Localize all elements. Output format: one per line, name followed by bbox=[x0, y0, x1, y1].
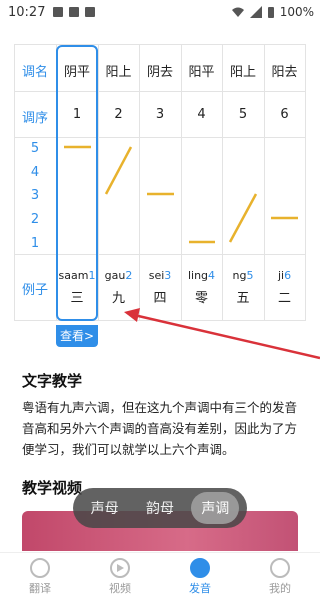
nav-item-translate[interactable]: 翻译 bbox=[0, 553, 80, 600]
image-icon bbox=[69, 7, 80, 17]
battery-percent: 100% bbox=[279, 5, 314, 19]
battery-icon bbox=[267, 6, 274, 18]
example-roman[interactable]: saam1 bbox=[56, 269, 98, 282]
example-char[interactable]: 五 bbox=[222, 287, 264, 306]
contour-line-tone5 bbox=[228, 193, 258, 243]
status-time: 10:27 bbox=[8, 4, 46, 20]
signal-icon bbox=[249, 6, 262, 18]
profile-icon bbox=[270, 557, 290, 578]
example-char[interactable]: 零 bbox=[181, 287, 222, 306]
example-roman-text: sei bbox=[148, 269, 165, 282]
nav-item-me[interactable]: 我的 bbox=[240, 553, 320, 600]
video-icon bbox=[110, 557, 130, 578]
example-tone-number: 2 bbox=[125, 269, 133, 282]
tab-tones[interactable]: 声调 bbox=[191, 492, 240, 524]
pronunciation-tab-switcher: 声母 韵母 声调 bbox=[73, 488, 247, 528]
example-char[interactable]: 三 bbox=[56, 287, 98, 306]
example-roman[interactable]: ji6 bbox=[264, 269, 305, 282]
bottom-nav: 翻译 视频 发音 我的 bbox=[0, 552, 320, 600]
text-teaching-title: 文字教学 bbox=[22, 372, 83, 390]
notification-icon bbox=[53, 7, 64, 17]
example-tone-number: 1 bbox=[88, 269, 96, 282]
example-roman[interactable]: gau2 bbox=[98, 269, 139, 282]
example-char[interactable]: 九 bbox=[98, 287, 139, 306]
example-roman[interactable]: sei3 bbox=[139, 269, 181, 282]
status-right: 100% bbox=[231, 5, 314, 19]
tone-table: 调名 调序 例子 5 4 3 2 1 阴平 阳上 阴去 阳平 阳上 阳去 1 2… bbox=[14, 44, 306, 347]
nav-label: 翻译 bbox=[29, 581, 51, 595]
example-char[interactable]: 二 bbox=[264, 287, 305, 306]
tab-initials[interactable]: 声母 bbox=[81, 492, 129, 524]
example-tone-number: 6 bbox=[284, 269, 292, 282]
example-roman[interactable]: ling4 bbox=[181, 269, 222, 282]
nav-label: 我的 bbox=[269, 581, 291, 595]
status-bar: 10:27 100% bbox=[0, 0, 320, 24]
view-button[interactable]: 查看> bbox=[56, 325, 98, 347]
example-roman-text: ng bbox=[232, 269, 247, 282]
example-roman-text: saam bbox=[58, 269, 89, 282]
example-tone-number: 3 bbox=[164, 269, 172, 282]
tab-finals[interactable]: 韵母 bbox=[136, 492, 184, 524]
example-tone-number: 5 bbox=[246, 269, 254, 282]
wifi-icon bbox=[231, 7, 244, 17]
example-roman-text: ling bbox=[187, 269, 209, 282]
example-roman[interactable]: ng5 bbox=[222, 269, 264, 282]
example-tone-number: 4 bbox=[208, 269, 216, 282]
nav-label: 视频 bbox=[109, 581, 131, 595]
notification-icons bbox=[53, 7, 96, 17]
translate-icon bbox=[30, 557, 50, 578]
nav-item-video[interactable]: 视频 bbox=[80, 553, 160, 600]
example-char[interactable]: 四 bbox=[139, 287, 181, 306]
nav-label: 发音 bbox=[189, 581, 211, 595]
example-roman-text: gau bbox=[104, 269, 126, 282]
sim-icon bbox=[85, 7, 96, 17]
text-teaching-paragraph: 粤语有九声六调，但在这九个声调中有三个的发音音高和另外六个声调的音高没有差别，因… bbox=[22, 400, 298, 457]
nav-item-pronunciation[interactable]: 发音 bbox=[160, 553, 240, 600]
pronunciation-icon bbox=[190, 557, 210, 578]
contour-line-tone2 bbox=[104, 146, 133, 195]
video-teaching-title: 教学视频 bbox=[22, 479, 83, 497]
